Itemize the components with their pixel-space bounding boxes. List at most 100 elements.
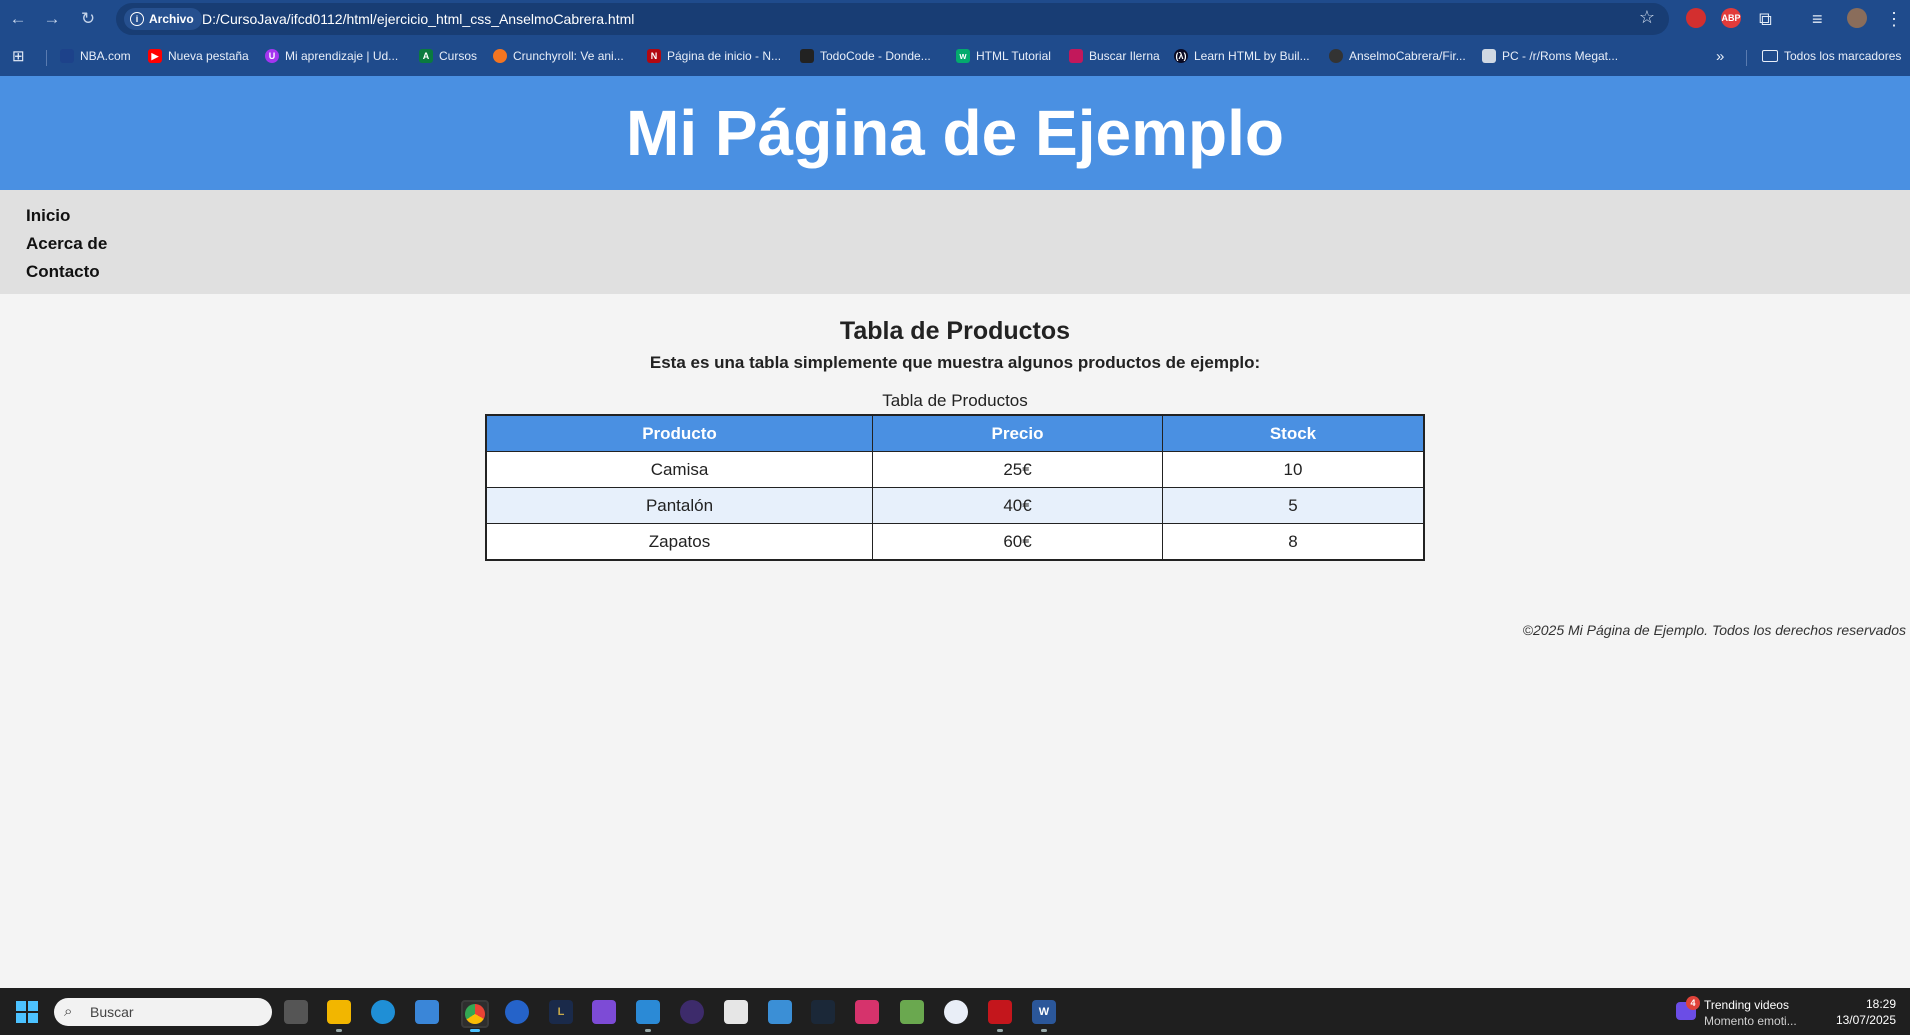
bookmark-star-icon[interactable]: ☆	[1639, 7, 1655, 28]
edge-icon[interactable]	[371, 1000, 395, 1024]
running-indicator	[997, 1029, 1003, 1032]
nba-favicon-icon	[60, 49, 74, 63]
column-header-stock: Stock	[1162, 414, 1425, 452]
bookmark-nba[interactable]: NBA.com	[60, 46, 131, 66]
document-favicon-icon	[1482, 49, 1496, 63]
site-info-label: Archivo	[149, 12, 194, 26]
apps-grid-icon[interactable]: ⊞	[12, 46, 25, 66]
nav-item-inicio[interactable]: Inicio	[26, 202, 1910, 230]
browser-chrome: ← → ↻ i Archivo D:/CursoJava/ifcd0112/ht…	[0, 0, 1910, 76]
more-bookmarks-chevron-icon[interactable]: »	[1716, 46, 1724, 66]
search-icon: ⌕	[64, 1003, 73, 1020]
nav-list: Inicio Acerca de Contacto	[0, 190, 1910, 286]
column-header-precio: Precio	[872, 414, 1163, 452]
adblock-extension-icon[interactable]: ABP	[1721, 8, 1741, 28]
windows-start-icon[interactable]	[16, 1001, 38, 1023]
cell-producto: Zapatos	[485, 523, 873, 561]
netflix-favicon-icon: N	[647, 49, 661, 63]
paint-icon[interactable]	[724, 1000, 748, 1024]
clock-time: 18:29	[1865, 997, 1896, 1011]
notification-badge: 4	[1686, 996, 1700, 1010]
address-bar[interactable]: i Archivo D:/CursoJava/ifcd0112/html/eje…	[116, 3, 1669, 35]
vscode-icon[interactable]	[636, 1000, 660, 1024]
bookmark-netflix[interactable]: N Página de inicio - N...	[647, 46, 781, 66]
acrobat-icon[interactable]	[988, 1000, 1012, 1024]
cursos-favicon-icon: A	[419, 49, 433, 63]
reading-list-icon[interactable]: ≡	[1812, 7, 1823, 31]
word-icon[interactable]: W	[1032, 1000, 1056, 1024]
chrome-icon[interactable]	[461, 1000, 489, 1028]
cell-stock: 8	[1162, 523, 1425, 561]
store-icon[interactable]	[415, 1000, 439, 1024]
table-caption: Tabla de Productos	[882, 391, 1028, 410]
bookmark-todocode[interactable]: TodoCode - Donde...	[800, 46, 931, 66]
eclipse-icon[interactable]	[680, 1000, 704, 1024]
page-footer: ©2025 Mi Página de Ejemplo. Todos los de…	[1522, 622, 1906, 638]
bookmark-learn-html[interactable]: (λ) Learn HTML by Buil...	[1174, 46, 1310, 66]
league-icon[interactable]: L	[549, 1000, 573, 1024]
site-header: Mi Página de Ejemplo	[0, 76, 1910, 190]
cell-stock: 5	[1162, 487, 1425, 524]
file-explorer-icon[interactable]	[327, 1000, 351, 1024]
info-icon: i	[130, 12, 144, 26]
crunchyroll-favicon-icon	[493, 49, 507, 63]
visual-studio-icon[interactable]	[592, 1000, 616, 1024]
bookmark-cursos[interactable]: A Cursos	[419, 46, 477, 66]
youtube-favicon-icon: ▶	[148, 49, 162, 63]
task-view-icon[interactable]	[284, 1000, 308, 1024]
running-indicator	[470, 1029, 480, 1032]
cell-stock: 10	[1162, 451, 1425, 488]
cell-producto: Pantalón	[485, 487, 873, 524]
gem-app-icon[interactable]	[900, 1000, 924, 1024]
bookmarks-bar: ⊞ NBA.com ▶ Nueva pestaña U Mi aprendizaje…	[0, 40, 1910, 72]
hand-extension-icon[interactable]	[1686, 8, 1706, 28]
w3schools-favicon-icon: w	[956, 49, 970, 63]
widget-title: Trending videos	[1704, 998, 1789, 1012]
back-arrow-icon[interactable]: ←	[6, 7, 30, 31]
todocode-favicon-icon	[800, 49, 814, 63]
bookmark-roms[interactable]: PC - /r/Roms Megat...	[1482, 46, 1618, 66]
section-description: Esta es una tabla simplemente que muestr…	[649, 353, 1261, 372]
table-header-row: Producto Precio Stock	[485, 414, 1425, 452]
profile-avatar[interactable]	[1847, 8, 1867, 28]
system-clock[interactable]: 18:29 13/07/2025	[1836, 996, 1896, 1028]
forward-arrow-icon[interactable]: →	[40, 7, 64, 31]
page-title: Mi Página de Ejemplo	[626, 97, 1284, 169]
bookmark-github[interactable]: AnselmoCabrera/Fir...	[1329, 46, 1466, 66]
cube-app-icon[interactable]	[768, 1000, 792, 1024]
bing-app-icon[interactable]	[505, 1000, 529, 1024]
badge-app-icon[interactable]	[944, 1000, 968, 1024]
purple-app-icon[interactable]	[855, 1000, 879, 1024]
table-row: Pantalón 40€ 5	[485, 487, 1425, 524]
url-text[interactable]: D:/CursoJava/ifcd0112/html/ejercicio_htm…	[202, 3, 634, 35]
taskbar-search-input[interactable]: ⌕ Buscar	[54, 998, 272, 1026]
bookmark-crunchyroll[interactable]: Crunchyroll: Ve ani...	[493, 46, 624, 66]
main-content: Tabla de Productos Esta es una tabla sim…	[0, 294, 1910, 561]
browser-toolbar: ← → ↻ i Archivo D:/CursoJava/ifcd0112/ht…	[0, 0, 1910, 38]
bookmarks-separator-right	[1746, 50, 1747, 66]
menu-dots-icon[interactable]: ⋮	[1885, 7, 1903, 31]
bookmark-ilerna[interactable]: Buscar Ilerna	[1069, 46, 1160, 66]
bookmark-udemy[interactable]: U Mi aprendizaje | Ud...	[265, 46, 398, 66]
clock-date: 13/07/2025	[1835, 1013, 1896, 1027]
nav-item-contacto[interactable]: Contacto	[26, 258, 1910, 286]
widget-subtitle: Momento emoti...	[1704, 1014, 1797, 1028]
cell-precio: 40€	[872, 487, 1163, 524]
reload-icon[interactable]: ↻	[76, 7, 100, 31]
table-row: Zapatos 60€ 8	[485, 523, 1425, 561]
bookmark-nueva-pestana[interactable]: ▶ Nueva pestaña	[148, 46, 249, 66]
bookmark-html-tutorial[interactable]: w HTML Tutorial	[956, 46, 1051, 66]
nav-item-acerca-de[interactable]: Acerca de	[26, 230, 1910, 258]
site-info-chip[interactable]: i Archivo	[124, 8, 202, 30]
running-indicator	[645, 1029, 651, 1032]
ilerna-favicon-icon	[1069, 49, 1083, 63]
running-indicator	[336, 1029, 342, 1032]
section-title: Tabla de Productos	[839, 317, 1071, 345]
extensions-puzzle-icon[interactable]: ⧉	[1759, 7, 1772, 31]
cell-precio: 60€	[872, 523, 1163, 561]
page-viewport: Mi Página de Ejemplo Inicio Acerca de Co…	[0, 76, 1910, 988]
all-bookmarks-folder[interactable]: Todos los marcadores	[1762, 46, 1901, 66]
folder-icon	[1762, 50, 1778, 62]
running-indicator	[1041, 1029, 1047, 1032]
steam-icon[interactable]	[811, 1000, 835, 1024]
